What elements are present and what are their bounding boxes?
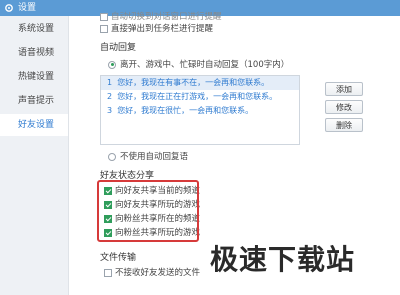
auto-reply-option[interactable]: 离开、游戏中、忙碌时自动回复（100字内） — [108, 58, 289, 70]
sidebar-item-hotkeys[interactable]: 热键设置 — [0, 66, 68, 88]
list-item[interactable]: 1 您好，我现在有事不在，一会再和您联系。 — [101, 76, 299, 90]
gear-icon — [5, 4, 13, 12]
sidebar-item-sound[interactable]: 声音提示 — [0, 90, 68, 112]
file-transfer-title: 文件传输 — [100, 253, 137, 263]
window-title: 设置 — [18, 3, 37, 13]
auto-reply-title: 自动回复 — [100, 43, 137, 53]
list-item[interactable]: 3 您好，我现在很忙，一会再和您联系。 — [101, 104, 299, 118]
top-option-partial[interactable]: 自动切换到对话窗口进行提醒 — [100, 10, 222, 22]
auto-reply-list[interactable]: 1 您好，我现在有事不在，一会再和您联系。 2 您好，我现在正在打游戏，一会再和… — [100, 75, 300, 145]
file-transfer-option[interactable]: 不接收好友发送的文件 — [104, 266, 200, 278]
sidebar-item-voice-video[interactable]: 语音视频 — [0, 42, 68, 64]
sidebar-item-system[interactable]: 系统设置 — [0, 18, 68, 40]
edit-button[interactable]: 修改 — [325, 100, 363, 114]
checkbox[interactable] — [104, 268, 112, 277]
highlight-box — [97, 180, 199, 242]
checkbox[interactable] — [100, 24, 108, 33]
delete-button[interactable]: 删除 — [325, 118, 363, 132]
checkbox[interactable] — [100, 12, 108, 21]
no-auto-reply-option[interactable]: 不使用自动回复语 — [108, 150, 188, 162]
watermark: 极速下载站 — [210, 243, 356, 276]
sidebar-item-friends[interactable]: 好友设置 — [0, 114, 68, 136]
list-item[interactable]: 2 您好，我现在正在打游戏，一会再和您联系。 — [101, 90, 299, 104]
sidebar: 系统设置 语音视频 热键设置 声音提示 好友设置 — [0, 16, 69, 295]
taskbar-option[interactable]: 直接弹出到任务栏进行提醒 — [100, 22, 213, 34]
radio-button[interactable] — [108, 152, 116, 161]
radio-button[interactable] — [108, 60, 116, 69]
add-button[interactable]: 添加 — [325, 82, 363, 96]
